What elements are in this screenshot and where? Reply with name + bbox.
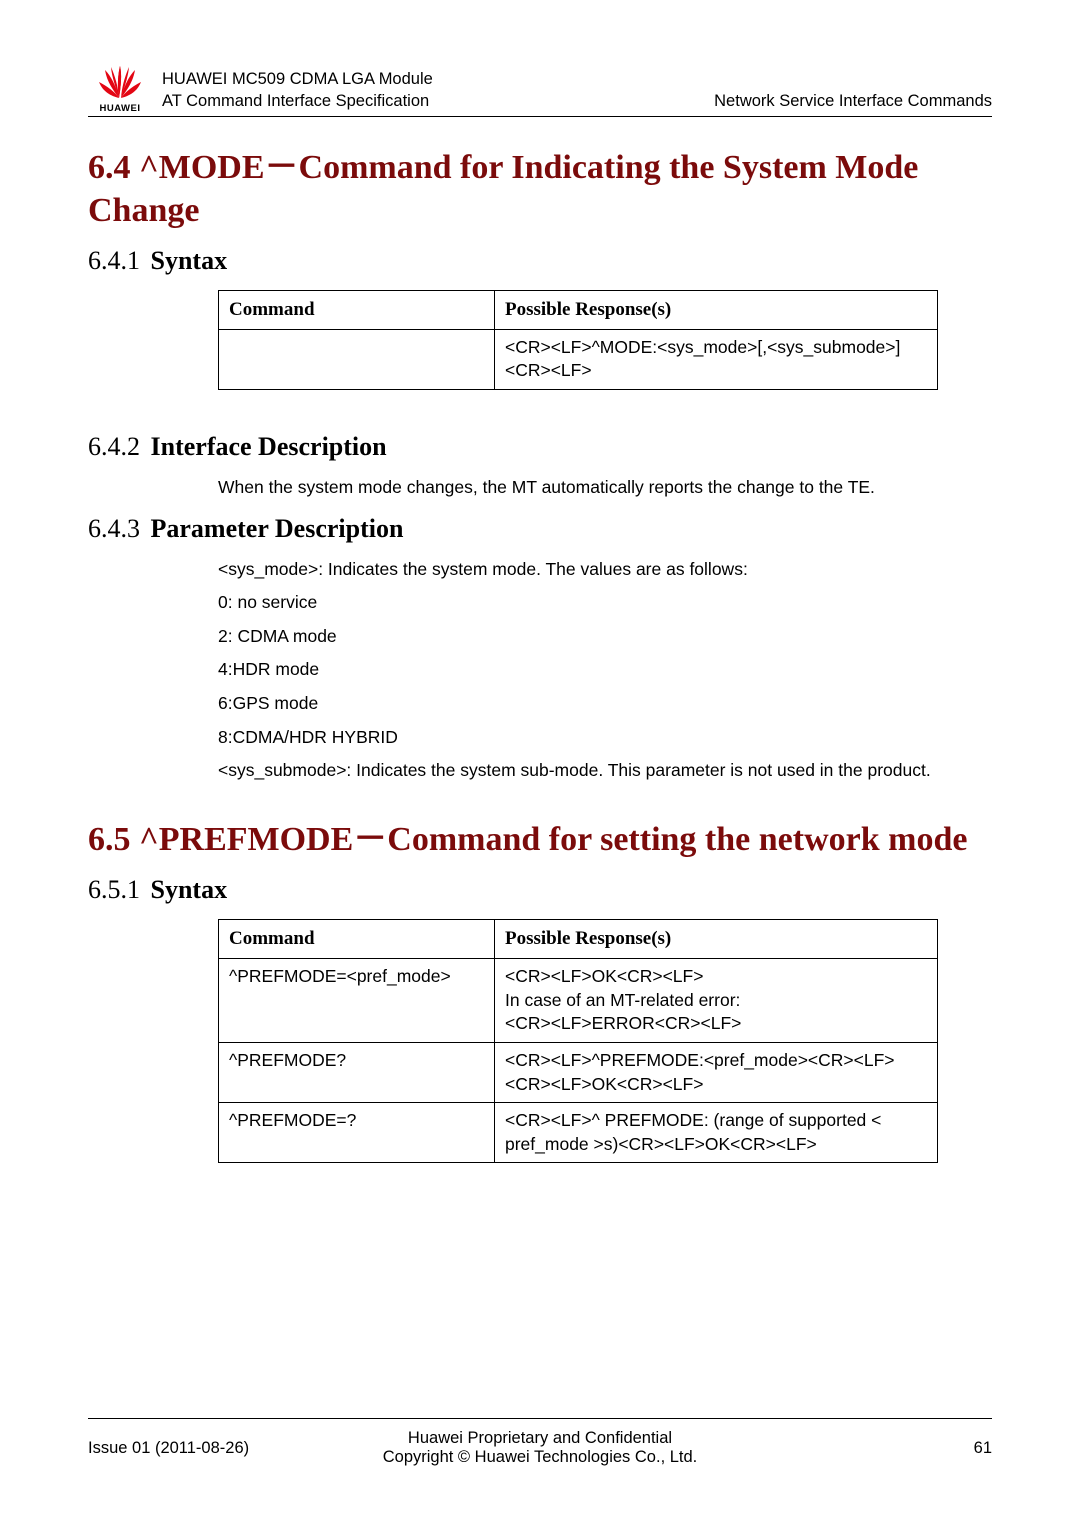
subsection-6-4-2-heading: 6.4.2 Interface Description (88, 432, 992, 462)
table-cell-command: ^PREFMODE? (219, 1042, 495, 1102)
paragraph: <sys_submode>: Indicates the system sub-… (218, 759, 992, 783)
subsection-title: Interface Description (151, 432, 387, 461)
table-header-command: Command (219, 920, 495, 959)
paragraph: When the system mode changes, the MT aut… (218, 476, 992, 500)
huawei-logo-icon (97, 64, 143, 102)
subsection-title: Syntax (151, 246, 228, 275)
table-row: Command Possible Response(s) (219, 291, 938, 330)
paragraph: 2: CDMA mode (218, 625, 992, 649)
subsection-number: 6.4.1 (88, 246, 140, 275)
table-header-command: Command (219, 291, 495, 330)
table-cell-response: <CR><LF>OK<CR><LF> In case of an MT-rela… (495, 959, 938, 1043)
huawei-logo: HUAWEI (88, 58, 152, 114)
table-row: Command Possible Response(s) (219, 920, 938, 959)
table-row: ^PREFMODE=<pref_mode> <CR><LF>OK<CR><LF>… (219, 959, 938, 1043)
header-titles: HUAWEI MC509 CDMA LGA Module AT Command … (162, 69, 992, 114)
table-header-response: Possible Response(s) (495, 920, 938, 959)
table-cell-command (219, 329, 495, 389)
response-line: <CR><LF>OK<CR><LF> (505, 1073, 927, 1097)
section-6-5-heading: 6.5 ^PREFMODE－Command for setting the ne… (88, 819, 992, 862)
syntax-table-6-4: Command Possible Response(s) <CR><LF>^MO… (218, 290, 938, 390)
table-row: ^PREFMODE? <CR><LF>^PREFMODE:<pref_mode>… (219, 1042, 938, 1102)
header-left: HUAWEI MC509 CDMA LGA Module AT Command … (162, 69, 433, 112)
response-line: In case of an MT-related error: (505, 989, 927, 1013)
response-line: <CR><LF>OK<CR><LF> (505, 965, 927, 989)
table-cell-command: ^PREFMODE=<pref_mode> (219, 959, 495, 1043)
footer-issue: Issue 01 (2011-08-26) (88, 1439, 288, 1458)
doc-title-line1: HUAWEI MC509 CDMA LGA Module (162, 69, 433, 90)
response-line: <CR><LF>^ PREFMODE: (range of supported … (505, 1109, 927, 1156)
header-section-title: Network Service Interface Commands (714, 91, 992, 112)
paragraph: 6:GPS mode (218, 692, 992, 716)
footer-copyright: Copyright © Huawei Technologies Co., Ltd… (288, 1448, 792, 1467)
footer-proprietary: Huawei Proprietary and Confidential (288, 1429, 792, 1448)
section-6-4-heading: 6.4 ^MODE－Command for Indicating the Sys… (88, 147, 992, 232)
subsection-title: Parameter Description (151, 514, 404, 543)
subsection-number: 6.5.1 (88, 875, 140, 904)
footer-center: Huawei Proprietary and Confidential Copy… (288, 1429, 792, 1467)
page: HUAWEI HUAWEI MC509 CDMA LGA Module AT C… (0, 0, 1080, 1527)
table-cell-response: <CR><LF>^PREFMODE:<pref_mode><CR><LF> <C… (495, 1042, 938, 1102)
subsection-6-4-3-heading: 6.4.3 Parameter Description (88, 514, 992, 544)
response-line: <CR><LF>ERROR<CR><LF> (505, 1012, 927, 1036)
parameter-description-body: <sys_mode>: Indicates the system mode. T… (218, 558, 992, 783)
subsection-number: 6.4.2 (88, 432, 140, 461)
subsection-6-4-1-heading: 6.4.1 Syntax (88, 246, 992, 276)
paragraph: 0: no service (218, 591, 992, 615)
footer-page-number: 61 (792, 1439, 992, 1458)
syntax-table-6-5: Command Possible Response(s) ^PREFMODE=<… (218, 919, 938, 1163)
huawei-logo-text: HUAWEI (100, 103, 141, 114)
subsection-6-5-1-heading: 6.5.1 Syntax (88, 875, 992, 905)
page-footer: Issue 01 (2011-08-26) Huawei Proprietary… (88, 1418, 992, 1467)
table-row: ^PREFMODE=? <CR><LF>^ PREFMODE: (range o… (219, 1103, 938, 1163)
table-row: <CR><LF>^MODE:<sys_mode>[,<sys_submode>]… (219, 329, 938, 389)
paragraph: <sys_mode>: Indicates the system mode. T… (218, 558, 992, 582)
interface-description-body: When the system mode changes, the MT aut… (218, 476, 992, 500)
table-cell-response: <CR><LF>^ PREFMODE: (range of supported … (495, 1103, 938, 1163)
page-header: HUAWEI HUAWEI MC509 CDMA LGA Module AT C… (88, 58, 992, 117)
response-line: <CR><LF>^PREFMODE:<pref_mode><CR><LF> (505, 1049, 927, 1073)
subsection-number: 6.4.3 (88, 514, 140, 543)
table-cell-response: <CR><LF>^MODE:<sys_mode>[,<sys_submode>]… (495, 329, 938, 389)
table-cell-command: ^PREFMODE=? (219, 1103, 495, 1163)
table-header-response: Possible Response(s) (495, 291, 938, 330)
subsection-title: Syntax (151, 875, 228, 904)
paragraph: 4:HDR mode (218, 658, 992, 682)
doc-title-line2: AT Command Interface Specification (162, 91, 433, 112)
paragraph: 8:CDMA/HDR HYBRID (218, 726, 992, 750)
